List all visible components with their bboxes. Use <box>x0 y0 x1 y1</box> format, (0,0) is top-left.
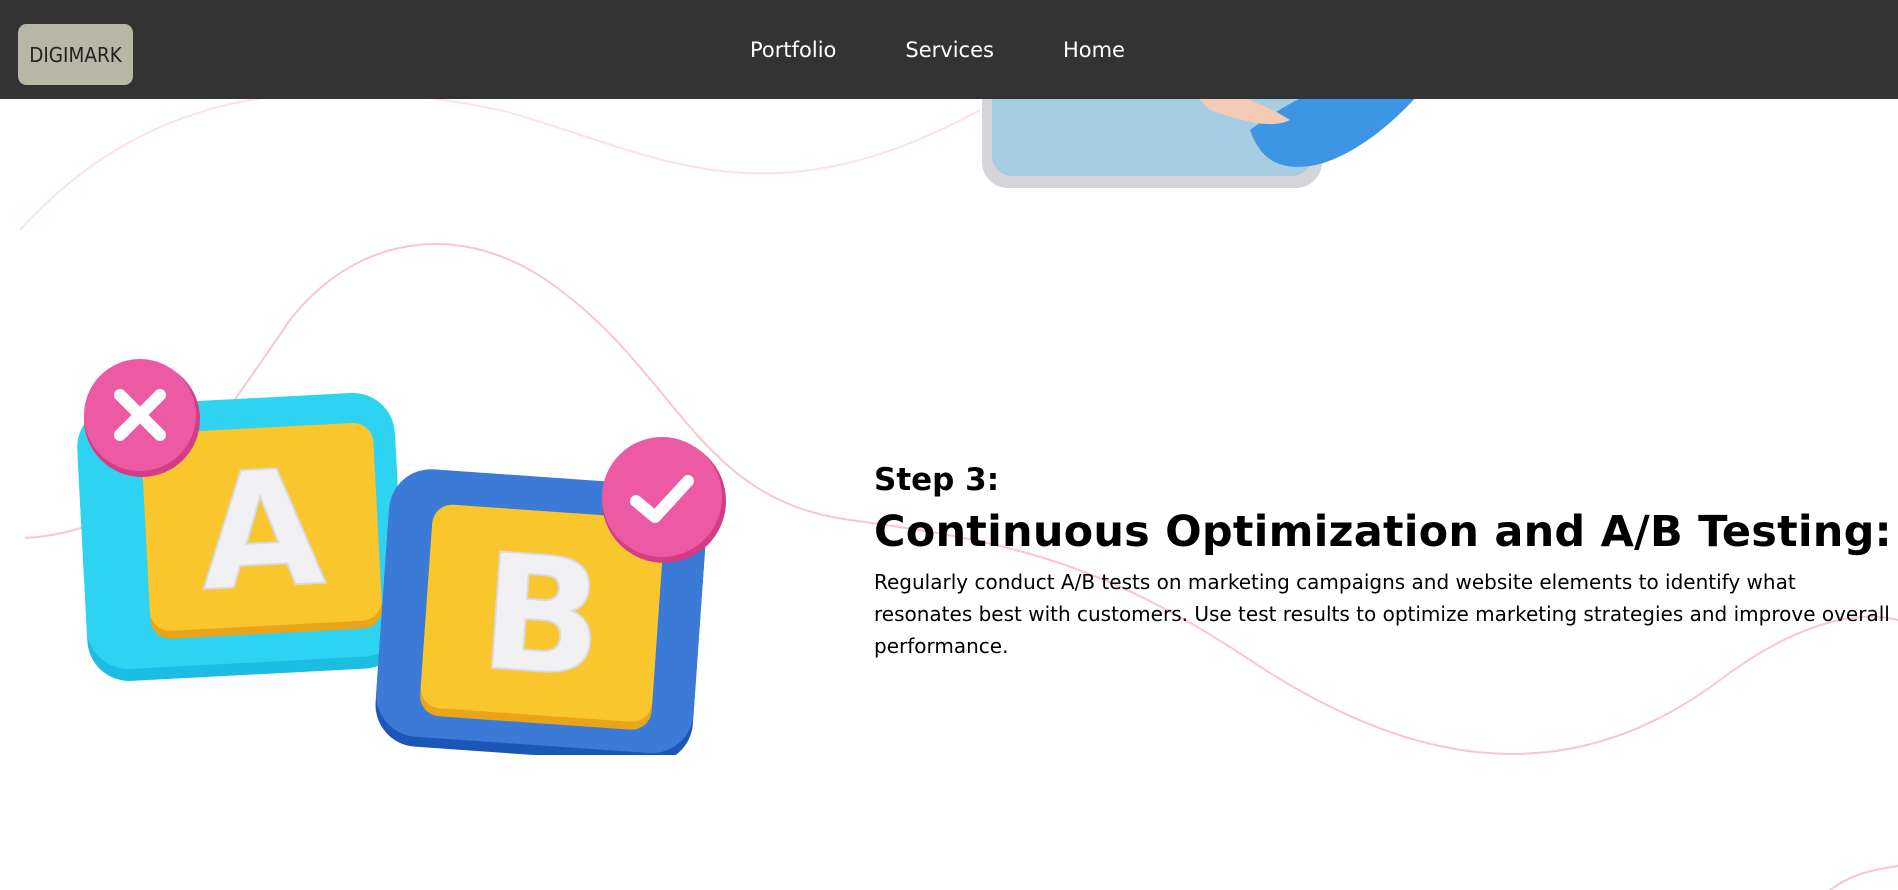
step-title: Continuous Optimization and A/B Testing: <box>874 507 1892 557</box>
nav-link-services[interactable]: Services <box>905 38 994 62</box>
wave-line-corner <box>1829 865 1898 890</box>
top-navbar: DIGIMARK Portfolio Services Home <box>0 0 1898 99</box>
nav-links: Portfolio Services Home <box>750 0 1125 99</box>
step-description: Regularly conduct A/B tests on marketing… <box>874 570 1890 658</box>
ab-testing-illustration: A B <box>77 359 726 755</box>
check-icon <box>602 437 726 563</box>
brand-logo[interactable]: DIGIMARK <box>18 24 133 85</box>
nav-link-home[interactable]: Home <box>1063 38 1125 62</box>
nav-link-portfolio[interactable]: Portfolio <box>750 38 836 62</box>
device-illustration-partial <box>982 90 1423 188</box>
letter-a: A <box>195 434 329 627</box>
close-icon <box>84 359 200 477</box>
wave-line-top <box>19 91 981 231</box>
letter-b: B <box>475 518 610 713</box>
step-content: Step 3: Continuous Optimization and A/B … <box>874 460 1894 662</box>
step-label: Step 3: <box>874 462 1000 498</box>
